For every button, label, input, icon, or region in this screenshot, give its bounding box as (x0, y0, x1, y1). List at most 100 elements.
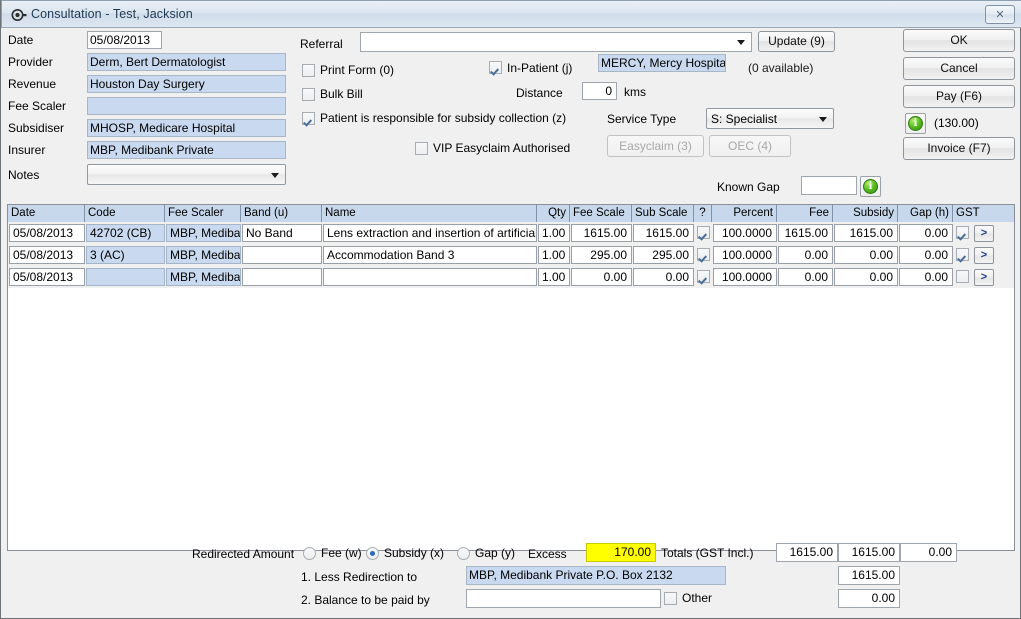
cell-subsidy[interactable]: 1615.00 (834, 224, 898, 242)
col-subsidy[interactable]: Subsidy (833, 205, 898, 222)
row-expand-button[interactable]: > (974, 269, 994, 286)
cell-question-checkbox[interactable] (697, 248, 710, 261)
cell-name[interactable]: Accommodation Band 3 (323, 246, 537, 264)
cell-gap[interactable]: 0.00 (899, 268, 953, 286)
in-patient-checkbox[interactable] (489, 61, 502, 74)
cell-gst-checkbox[interactable] (956, 226, 969, 239)
col-code[interactable]: Code (85, 205, 165, 222)
cell-gap[interactable]: 0.00 (899, 246, 953, 264)
hospital-field[interactable]: MERCY, Mercy Hospital (598, 54, 726, 72)
cell-fee-scaler[interactable]: MBP, Medibank (166, 268, 241, 286)
table-row[interactable]: 05/08/2013 3 (AC) MBP, Medibank Accommod… (8, 244, 1014, 266)
radio-subsidy[interactable] (366, 547, 379, 560)
pay-button[interactable]: Pay (F6) (903, 85, 1015, 108)
notes-dropdown[interactable] (87, 164, 286, 185)
col-gap[interactable]: Gap (h) (898, 205, 953, 222)
vip-easyclaim-checkbox[interactable] (415, 142, 428, 155)
col-qty[interactable]: Qty (537, 205, 570, 222)
cell-name[interactable] (323, 268, 537, 286)
distance-field[interactable]: 0 (582, 82, 617, 100)
cell-band[interactable] (242, 268, 322, 286)
col-sub-scale[interactable]: Sub Scale (632, 205, 694, 222)
cell-fee-scaler[interactable]: MBP, Medibank (166, 246, 241, 264)
referral-dropdown[interactable] (360, 32, 752, 52)
provider-field[interactable]: Derm, Bert Dermatologist (87, 53, 286, 71)
print-form-checkbox[interactable] (302, 64, 315, 77)
label-distance: Distance (516, 86, 563, 100)
col-fee-scaler[interactable]: Fee Scaler (165, 205, 241, 222)
other-checkbox[interactable] (664, 592, 677, 605)
close-icon[interactable]: ✕ (985, 5, 1015, 24)
cell-subsidy[interactable]: 0.00 (834, 268, 898, 286)
radio-gap[interactable] (457, 547, 470, 560)
col-band[interactable]: Band (u) (241, 205, 322, 222)
label-service-type: Service Type (607, 112, 677, 126)
table-row[interactable]: 05/08/2013 42702 (CB) MBP, Medibank No B… (8, 222, 1014, 244)
cell-name[interactable]: Lens extraction and insertion of artific… (323, 224, 537, 242)
patient-responsible-checkbox[interactable] (302, 112, 315, 125)
cell-fee[interactable]: 0.00 (778, 268, 833, 286)
cell-band[interactable] (242, 246, 322, 264)
cell-date[interactable]: 05/08/2013 (9, 246, 85, 264)
chevron-down-icon (271, 172, 279, 178)
cell-sub-scale[interactable]: 295.00 (633, 246, 694, 264)
fee-scaler-field[interactable] (87, 97, 286, 115)
col-percent[interactable]: Percent (712, 205, 777, 222)
cell-code[interactable]: 3 (AC) (86, 246, 165, 264)
cell-band[interactable]: No Band (242, 224, 322, 242)
cell-percent[interactable]: 100.0000 (713, 246, 777, 264)
cell-subsidy[interactable]: 0.00 (834, 246, 898, 264)
cell-code[interactable]: 42702 (CB) (86, 224, 165, 242)
col-question[interactable]: ? (694, 205, 712, 222)
cell-percent[interactable]: 100.0000 (713, 224, 777, 242)
col-gst[interactable]: GST (953, 205, 1014, 222)
cell-gst-checkbox[interactable] (956, 270, 969, 283)
cell-fee[interactable]: 1615.00 (778, 224, 833, 242)
cell-fee-scale[interactable]: 295.00 (571, 246, 632, 264)
col-fee[interactable]: Fee (777, 205, 833, 222)
service-type-value: S: Specialist (711, 112, 778, 126)
cell-fee[interactable]: 0.00 (778, 246, 833, 264)
invoice-button[interactable]: Invoice (F7) (903, 137, 1015, 160)
cell-fee-scale[interactable]: 0.00 (571, 268, 632, 286)
subsidiser-field[interactable]: MHOSP, Medicare Hospital (87, 119, 286, 137)
col-fee-scale[interactable]: Fee Scale (570, 205, 632, 222)
cell-qty[interactable]: 1.00 (538, 246, 570, 264)
radio-fee[interactable] (303, 547, 316, 560)
amount-info-button[interactable]: i (905, 113, 926, 134)
cancel-button[interactable]: Cancel (903, 57, 1015, 80)
cell-sub-scale[interactable]: 0.00 (633, 268, 694, 286)
known-gap-field[interactable] (801, 176, 857, 195)
known-gap-info-button[interactable]: i (860, 176, 881, 197)
easyclaim-button[interactable]: Easyclaim (3) (607, 135, 704, 157)
less-redirection-field[interactable]: MBP, Medibank Private P.O. Box 2132 (466, 566, 726, 585)
oec-button[interactable]: OEC (4) (709, 135, 791, 157)
excess-field[interactable]: 170.00 (586, 543, 656, 562)
update-button[interactable]: Update (9) (758, 31, 835, 52)
service-type-dropdown[interactable]: S: Specialist (706, 108, 834, 129)
cell-percent[interactable]: 100.0000 (713, 268, 777, 286)
col-date[interactable]: Date (8, 205, 85, 222)
cell-gst-checkbox[interactable] (956, 248, 969, 261)
row-expand-button[interactable]: > (974, 247, 994, 264)
cell-fee-scaler[interactable]: MBP, Medibank (166, 224, 241, 242)
cell-question-checkbox[interactable] (697, 270, 710, 283)
bulk-bill-checkbox[interactable] (302, 88, 315, 101)
col-name[interactable]: Name (322, 205, 537, 222)
cell-code[interactable] (86, 268, 165, 286)
cell-date[interactable]: 05/08/2013 (9, 268, 85, 286)
insurer-field[interactable]: MBP, Medibank Private (87, 141, 286, 159)
cell-gap[interactable]: 0.00 (899, 224, 953, 242)
ok-button[interactable]: OK (903, 29, 1015, 52)
cell-sub-scale[interactable]: 1615.00 (633, 224, 694, 242)
date-field[interactable]: 05/08/2013 (87, 31, 162, 49)
row-expand-button[interactable]: > (974, 225, 994, 242)
cell-date[interactable]: 05/08/2013 (9, 224, 85, 242)
revenue-field[interactable]: Houston Day Surgery (87, 75, 286, 93)
cell-qty[interactable]: 1.00 (538, 268, 570, 286)
table-row[interactable]: 05/08/2013 MBP, Medibank 1.00 0.00 0.00 … (8, 266, 1014, 288)
cell-qty[interactable]: 1.00 (538, 224, 570, 242)
cell-fee-scale[interactable]: 1615.00 (571, 224, 632, 242)
cell-question-checkbox[interactable] (697, 226, 710, 239)
balance-field[interactable] (466, 589, 661, 608)
